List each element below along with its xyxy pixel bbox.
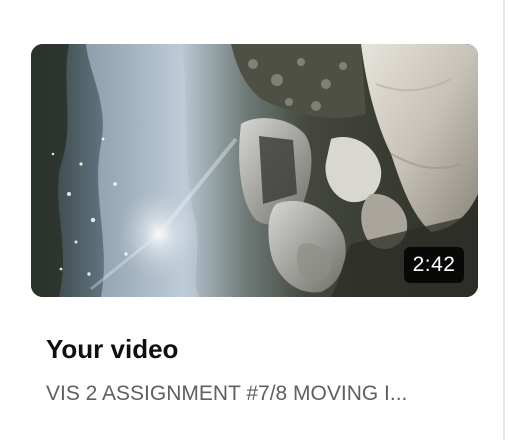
video-subtitle[interactable]: VIS 2 ASSIGNMENT #7/8 MOVING I...: [46, 379, 456, 409]
video-thumbnail[interactable]: 2:42: [31, 44, 478, 297]
duration-badge: 2:42: [404, 247, 464, 283]
divider: [503, 0, 505, 440]
video-title[interactable]: Your video: [46, 332, 466, 366]
video-page: 2:42 Your video VIS 2 ASSIGNMENT #7/8 MO…: [0, 0, 510, 440]
video-card[interactable]: 2:42 Your video VIS 2 ASSIGNMENT #7/8 MO…: [0, 0, 503, 440]
